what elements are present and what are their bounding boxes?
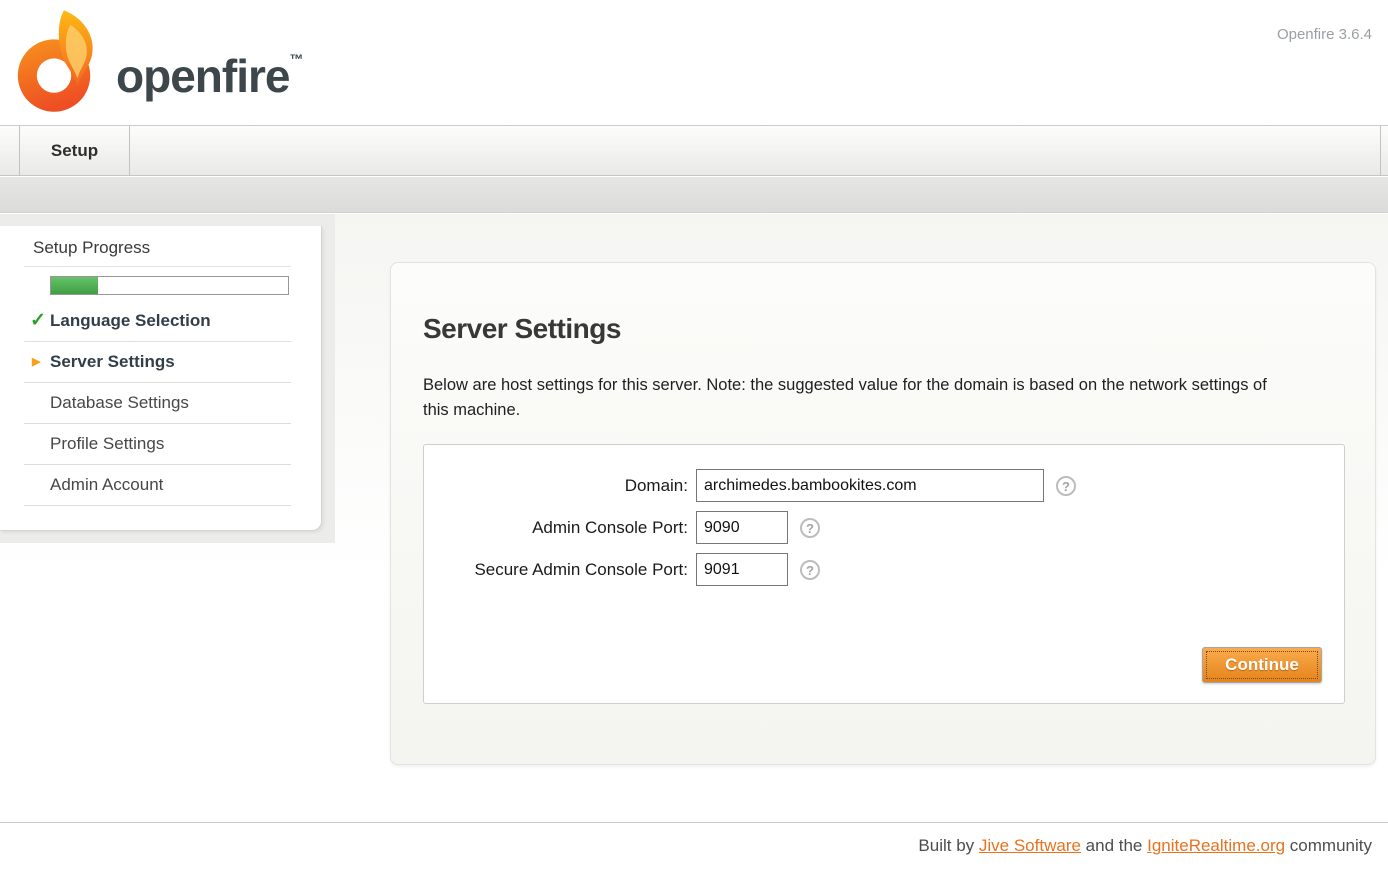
igniterealtime-link[interactable]: IgniteRealtime.org: [1147, 836, 1285, 855]
sidebar-item-label: Language Selection: [50, 311, 211, 330]
continue-button-label: Continue: [1225, 655, 1299, 674]
tabbar-end: [1380, 126, 1388, 175]
sidebar-item-label: Server Settings: [50, 352, 175, 371]
footer-text: and the: [1081, 836, 1147, 855]
flame-icon: [16, 6, 102, 118]
help-icon[interactable]: ?: [1056, 476, 1076, 496]
sidebar-item-admin-account[interactable]: Admin Account: [24, 465, 291, 506]
setup-progress-title: Setup Progress: [33, 238, 321, 258]
help-icon[interactable]: ?: [800, 560, 820, 580]
sidebar-item-database-settings[interactable]: Database Settings: [24, 383, 291, 424]
version-label: Openfire 3.6.4: [1277, 26, 1372, 43]
sidebar-item-server-settings[interactable]: ▶ Server Settings: [24, 342, 291, 383]
subnav-bar: [0, 177, 1388, 213]
tab-spacer: [0, 126, 20, 175]
secure-admin-console-port-input[interactable]: [696, 553, 788, 586]
sidebar-item-language-selection[interactable]: ✓ Language Selection: [24, 301, 291, 342]
help-icon[interactable]: ?: [800, 518, 820, 538]
secure-admin-console-port-label: Secure Admin Console Port:: [424, 560, 696, 580]
progress-fill: [51, 277, 98, 294]
divider: [24, 266, 291, 267]
domain-label: Domain:: [424, 476, 696, 496]
page-title: Server Settings: [423, 313, 621, 345]
admin-console-port-label: Admin Console Port:: [424, 518, 696, 538]
form-row-domain: Domain: ?: [424, 469, 1344, 502]
sidebar-item-label: Profile Settings: [50, 434, 164, 453]
footer-text: community: [1285, 836, 1372, 855]
app-header: openfire™ Openfire 3.6.4: [0, 0, 1388, 126]
openfire-logo: openfire™: [16, 6, 302, 118]
page-description: Below are host settings for this server.…: [423, 373, 1293, 423]
check-icon: ✓: [30, 309, 46, 332]
form-row-secure-admin-port: Secure Admin Console Port: ?: [424, 553, 1344, 586]
sidebar-item-label: Admin Account: [50, 475, 163, 494]
progress-bar: [50, 276, 289, 295]
form-row-admin-port: Admin Console Port: ?: [424, 511, 1344, 544]
tab-bar: Setup: [0, 126, 1388, 176]
openfire-setup-page: openfire™ Openfire 3.6.4 Setup Setup Pro…: [0, 0, 1388, 876]
logo-wordmark: openfire™: [116, 49, 302, 103]
sidebar: Setup Progress ✓ Language Selection ▶ Se…: [0, 214, 335, 543]
footer-text: Built by: [918, 836, 978, 855]
footer: Built by Jive Software and the IgniteRea…: [0, 822, 1388, 876]
setup-steps-list: ✓ Language Selection ▶ Server Settings D…: [0, 301, 321, 506]
setup-progress-box: Setup Progress ✓ Language Selection ▶ Se…: [0, 226, 322, 531]
sidebar-item-label: Database Settings: [50, 393, 189, 412]
current-step-arrow-icon: ▶: [32, 355, 40, 368]
tab-setup[interactable]: Setup: [20, 126, 130, 175]
content-area: Setup Progress ✓ Language Selection ▶ Se…: [0, 214, 1388, 822]
admin-console-port-input[interactable]: [696, 511, 788, 544]
continue-button[interactable]: Continue: [1202, 647, 1322, 683]
sidebar-item-profile-settings[interactable]: Profile Settings: [24, 424, 291, 465]
main-panel: Server Settings Below are host settings …: [390, 262, 1376, 765]
server-settings-form: Domain: ? Admin Console Port: ? Secure A…: [423, 444, 1345, 704]
jive-software-link[interactable]: Jive Software: [979, 836, 1081, 855]
domain-input[interactable]: [696, 469, 1044, 502]
